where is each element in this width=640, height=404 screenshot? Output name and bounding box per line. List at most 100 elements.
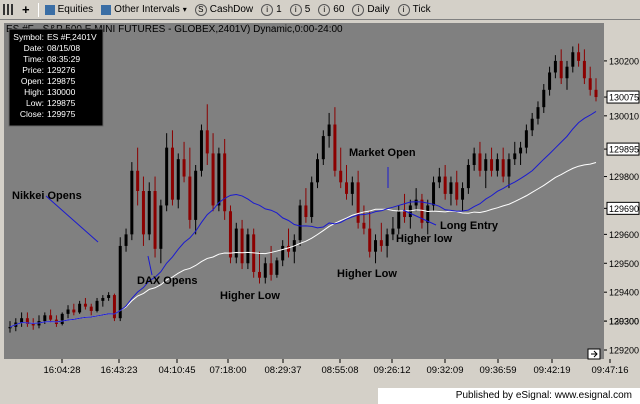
equities-icon xyxy=(44,4,55,15)
candle-body xyxy=(112,295,116,319)
candle-body xyxy=(350,182,354,194)
interval-icon: i xyxy=(397,3,410,16)
interval-icon: i xyxy=(289,3,302,16)
nikkei-opens-label: Nikkei Opens xyxy=(12,190,82,202)
candle-body xyxy=(269,263,273,275)
candle-body xyxy=(159,205,163,249)
candle-body xyxy=(513,153,517,160)
candle-body xyxy=(368,228,372,252)
candle-body xyxy=(478,153,482,171)
candle-body xyxy=(304,205,308,218)
long-entry-label: Long Entry xyxy=(440,220,499,232)
candle-body xyxy=(466,164,470,189)
higher-low-label-1: Higher Low xyxy=(220,290,280,302)
cashdow-button[interactable]: S CashDow xyxy=(192,1,256,19)
candle-body xyxy=(286,245,290,252)
candle-body xyxy=(257,271,261,278)
candle-body xyxy=(49,315,53,320)
candle-body xyxy=(594,89,598,98)
interval-5-label: 5 xyxy=(304,4,311,15)
candle-body xyxy=(298,205,302,241)
candle-body xyxy=(426,205,430,223)
other-intervals-button[interactable]: Other Intervals ▾ xyxy=(98,1,190,19)
candle-body xyxy=(101,297,105,301)
footer-left-bar xyxy=(0,388,378,404)
candle-body xyxy=(83,303,87,307)
time-label: 09:32:09 xyxy=(427,365,464,376)
price-label: 129500 xyxy=(609,259,639,269)
candle-body xyxy=(95,300,99,311)
candle-body xyxy=(223,153,227,212)
candle-body xyxy=(524,130,528,148)
candle-body xyxy=(530,118,534,131)
higher-low-label-3: Higher low xyxy=(396,233,453,245)
candle-body xyxy=(182,159,186,177)
candle-body xyxy=(240,228,244,264)
candle-body xyxy=(327,124,331,137)
candle-body xyxy=(455,182,459,200)
candle-body xyxy=(211,153,215,206)
scroll-end-icon[interactable] xyxy=(587,348,601,360)
chevron-down-icon: ▾ xyxy=(182,5,187,14)
add-icon[interactable]: + xyxy=(19,1,33,19)
candle-body xyxy=(60,313,64,324)
chart-window: + Equities Other Intervals ▾ S CashDow i1 … xyxy=(0,0,640,404)
equities-button[interactable]: Equities xyxy=(42,1,97,19)
info-box: Symbol: ES #F,2401VDate: 08/15/08Time: 08:3… xyxy=(8,28,104,127)
candle-body xyxy=(374,240,378,252)
candle-body xyxy=(281,245,285,261)
candle-body xyxy=(542,89,546,108)
candle-body xyxy=(432,182,436,206)
candle-body xyxy=(379,240,383,246)
grid-view-icon[interactable] xyxy=(0,1,17,19)
market-open-label: Market Open xyxy=(349,147,416,159)
candle-body xyxy=(507,159,511,177)
price-label: 129300 xyxy=(609,317,639,327)
tick-label: Tick xyxy=(412,4,431,15)
time-label: 16:04:28 xyxy=(44,365,81,376)
candle-body xyxy=(403,211,407,218)
time-label: 09:26:12 xyxy=(374,365,411,376)
candle-body xyxy=(43,315,47,322)
candle-body xyxy=(316,159,320,183)
price-label: 129690 xyxy=(609,204,639,214)
candle-body xyxy=(275,260,279,275)
price-label: 130010 xyxy=(609,111,639,121)
time-label: 08:29:37 xyxy=(265,365,302,376)
candle-body xyxy=(339,170,343,183)
info-label: Open: xyxy=(21,76,44,86)
info-label: High: xyxy=(24,87,44,97)
candle-body xyxy=(385,234,389,246)
interval-5-button[interactable]: i5 xyxy=(287,1,314,19)
candle-body xyxy=(548,72,552,90)
candle-body xyxy=(565,66,569,79)
time-label: 16:43:23 xyxy=(101,365,138,376)
interval-icon: i xyxy=(352,3,365,16)
interval-60-button[interactable]: i 60 xyxy=(315,1,347,19)
candle-body xyxy=(472,153,476,165)
candle-body xyxy=(490,159,494,171)
candle-body xyxy=(199,130,203,171)
candle-body xyxy=(333,124,337,171)
equities-label: Equities xyxy=(57,4,94,15)
price-label: 129400 xyxy=(609,288,639,298)
candle-body xyxy=(118,245,122,319)
dax-opens-label: DAX Opens xyxy=(137,275,198,287)
candle-body xyxy=(217,153,221,206)
candle-body xyxy=(170,147,174,200)
price-chart[interactable]: ES #F - S&P 500 E MINI FUTURES - GLOBEX,… xyxy=(0,20,640,404)
candle-body xyxy=(437,176,441,183)
candle-body xyxy=(8,326,12,329)
candle-body xyxy=(89,306,93,311)
price-label: 129200 xyxy=(609,346,639,356)
time-label: 09:36:59 xyxy=(480,365,517,376)
tick-button[interactable]: i Tick xyxy=(395,1,434,19)
info-value: ES #F,2401V xyxy=(47,32,97,42)
daily-button[interactable]: i Daily xyxy=(349,1,392,19)
candle-body xyxy=(391,228,395,235)
candle-body xyxy=(484,159,488,171)
candle-body xyxy=(78,303,82,313)
interval-1-button[interactable]: i1 xyxy=(258,1,285,19)
candle-body xyxy=(147,191,151,235)
candle-body xyxy=(536,107,540,119)
